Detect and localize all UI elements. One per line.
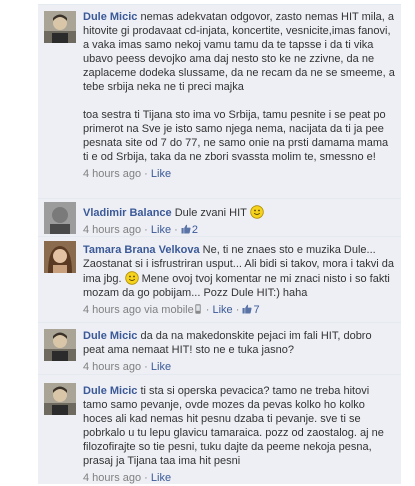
comment-timestamp[interactable]: 4 hours ago	[83, 361, 141, 373]
via-mobile-label: via mobile	[144, 304, 194, 316]
comment-timestamp[interactable]: 4 hours ago	[83, 472, 141, 484]
comment-item: Tamara Brana Velkova Ne, ti ne znaes sto…	[38, 236, 401, 322]
likes-count: 7	[253, 304, 260, 316]
meta-separator: ·	[144, 472, 148, 484]
smiley-icon	[124, 271, 139, 285]
comment-item: Dule Micic ti sta si operska pevacica? t…	[38, 374, 401, 484]
avatar[interactable]	[44, 383, 76, 415]
comment-text: ti sta si operska pevacica? tamo ne treb…	[83, 385, 384, 467]
smiley-icon	[250, 205, 264, 219]
avatar[interactable]	[44, 241, 76, 273]
avatar[interactable]	[44, 11, 76, 43]
likes-count-link[interactable]: 2	[181, 224, 198, 236]
comment-item: Vladimir Balance Dule zvani HIT 4 hours …	[38, 198, 401, 236]
comment-author-link[interactable]: Dule Micic	[83, 330, 137, 342]
like-button[interactable]: Like	[151, 224, 171, 236]
comment-meta: 4 hours ago · Like	[83, 360, 396, 374]
comment-timestamp[interactable]: 4 hours ago	[83, 168, 141, 180]
meta-separator: ·	[144, 361, 148, 373]
meta-separator: ·	[205, 304, 210, 316]
like-button[interactable]: Like	[213, 304, 233, 316]
comment-meta: 4 hours ago · Like	[83, 471, 396, 485]
like-button[interactable]: Like	[151, 472, 171, 484]
comment-stream: Dule Micic nemas adekvatan odgovor, zast…	[0, 0, 415, 486]
like-button[interactable]: Like	[151, 168, 171, 180]
avatar[interactable]	[44, 329, 76, 361]
likes-count-link[interactable]: 7	[242, 304, 260, 316]
comment-meta: 4 hours ago via mobile · Like · 7	[83, 303, 396, 317]
meta-separator: ·	[235, 304, 240, 316]
comment-author-link[interactable]: Dule Micic	[83, 11, 137, 23]
comment-item: Dule Micic nemas adekvatan odgovor, zast…	[38, 4, 401, 198]
likes-count: 2	[191, 224, 199, 236]
thumbs-up-icon	[242, 304, 253, 314]
avatar[interactable]	[44, 202, 76, 234]
comment-text: Dule zvani HIT	[174, 207, 250, 219]
mobile-phone-icon	[195, 304, 201, 314]
meta-separator: ·	[144, 168, 148, 180]
comment-meta: 4 hours ago · Like · 2	[83, 223, 396, 237]
comment-author-link[interactable]: Dule Micic	[83, 385, 137, 397]
thumbs-up-icon	[181, 224, 191, 234]
comment-author-link[interactable]: Tamara Brana Velkova	[83, 244, 200, 256]
comment-meta: 4 hours ago · Like	[83, 167, 396, 181]
like-button[interactable]: Like	[151, 361, 171, 373]
meta-separator: ·	[144, 224, 148, 236]
comment-item: Dule Micic da da na makedonskite pejaci …	[38, 322, 401, 374]
comment-timestamp[interactable]: 4 hours ago	[83, 224, 141, 236]
comment-timestamp[interactable]: 4 hours ago	[83, 304, 141, 316]
comment-text: nemas adekvatan odgovor, zasto nemas HIT…	[83, 11, 395, 163]
comment-author-link[interactable]: Vladimir Balance	[83, 207, 172, 219]
meta-separator: ·	[174, 224, 178, 236]
